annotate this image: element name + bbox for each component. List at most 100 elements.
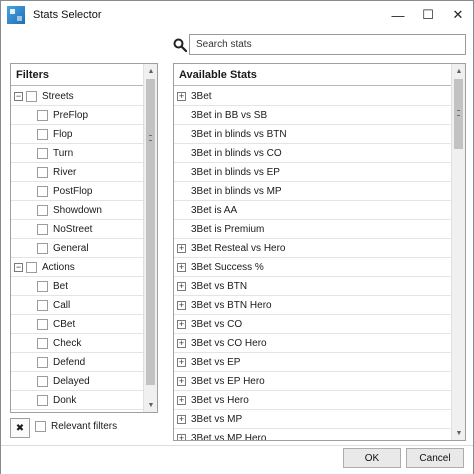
filter-checkbox[interactable]: [37, 280, 48, 292]
app-icon: [7, 6, 25, 24]
stat-list-item[interactable]: 3Bet in blinds vs EP: [174, 163, 452, 182]
filter-checkbox[interactable]: [37, 318, 48, 330]
clear-filters-button[interactable]: ✖: [10, 418, 30, 438]
stat-list-item[interactable]: +3Bet vs BTN Hero: [174, 296, 452, 315]
filter-checkbox[interactable]: [37, 394, 48, 406]
stat-list-item[interactable]: 3Bet in blinds vs CO: [174, 144, 452, 163]
expand-icon[interactable]: +: [177, 262, 186, 272]
filters-header: Filters: [11, 64, 157, 86]
stat-label: 3Bet vs MP Hero: [191, 432, 267, 441]
stat-list-item[interactable]: +3Bet vs Hero: [174, 391, 452, 410]
stat-list-item[interactable]: +3Bet vs MP: [174, 410, 452, 429]
expand-icon[interactable]: +: [177, 395, 186, 405]
filter-item[interactable]: General: [11, 239, 143, 258]
stat-list-item[interactable]: 3Bet in blinds vs BTN: [174, 125, 452, 144]
filter-item[interactable]: Flop: [11, 125, 143, 144]
expand-icon[interactable]: +: [177, 414, 186, 424]
filter-checkbox[interactable]: [26, 261, 37, 273]
filter-item[interactable]: CBet: [11, 315, 143, 334]
stat-list-item[interactable]: 3Bet is Premium: [174, 220, 452, 239]
relevant-filters-label: Relevant filters: [51, 421, 118, 432]
filter-item[interactable]: Delayed: [11, 372, 143, 391]
filter-item[interactable]: Turn: [11, 144, 143, 163]
expand-icon[interactable]: +: [177, 357, 186, 367]
filter-item[interactable]: Showdown: [11, 201, 143, 220]
expand-icon[interactable]: +: [177, 243, 186, 253]
filter-item[interactable]: Check: [11, 334, 143, 353]
scroll-up-icon[interactable]: ▲: [144, 64, 158, 78]
filter-item[interactable]: PostFlop: [11, 182, 143, 201]
filter-item[interactable]: River: [11, 163, 143, 182]
scroll-grip-icon: [457, 110, 460, 116]
expand-icon[interactable]: +: [177, 281, 186, 291]
scroll-down-icon[interactable]: ▼: [452, 426, 465, 440]
expand-icon[interactable]: +: [177, 91, 186, 101]
filters-scroll-thumb[interactable]: [146, 79, 155, 385]
stat-list-item[interactable]: 3Bet in blinds vs MP: [174, 182, 452, 201]
stat-list-item[interactable]: +3Bet vs CO: [174, 315, 452, 334]
filter-checkbox[interactable]: [37, 375, 48, 387]
filter-checkbox[interactable]: [37, 299, 48, 311]
stat-label: 3Bet vs CO Hero: [191, 337, 267, 349]
filter-item[interactable]: Defend: [11, 353, 143, 372]
filter-checkbox[interactable]: [37, 185, 48, 197]
relevant-filters-toggle[interactable]: Relevant filters: [35, 421, 117, 432]
stat-list-item[interactable]: +3Bet vs MP Hero: [174, 429, 452, 441]
stat-list-item[interactable]: +3Bet vs EP: [174, 353, 452, 372]
filter-item[interactable]: Bet: [11, 277, 143, 296]
relevant-filters-checkbox[interactable]: [35, 421, 46, 432]
expand-icon[interactable]: +: [177, 376, 186, 386]
window-controls: — ☐ ✕: [383, 1, 473, 29]
stat-label: 3Bet vs CO: [191, 318, 243, 330]
filter-checkbox[interactable]: [37, 242, 48, 254]
stat-list-item[interactable]: 3Bet in BB vs SB: [174, 106, 452, 125]
filter-checkbox[interactable]: [37, 166, 48, 178]
available-stats-list: +3Bet 3Bet in BB vs SB 3Bet in blinds vs B…: [174, 87, 452, 441]
stat-label: 3Bet vs BTN Hero: [191, 299, 272, 311]
expand-icon[interactable]: +: [177, 319, 186, 329]
filter-checkbox[interactable]: [26, 90, 37, 102]
filter-group-actions[interactable]: − Actions: [11, 258, 143, 277]
expand-icon[interactable]: +: [177, 433, 186, 440]
close-icon[interactable]: ✕: [443, 1, 473, 29]
minimize-icon[interactable]: —: [383, 1, 413, 29]
stat-list-item[interactable]: +3Bet vs BTN: [174, 277, 452, 296]
filter-item[interactable]: Call: [11, 296, 143, 315]
stat-list-item[interactable]: +3Bet: [174, 87, 452, 106]
stat-label: 3Bet in blinds vs EP: [191, 166, 280, 178]
filter-checkbox[interactable]: [37, 337, 48, 349]
filter-item[interactable]: PreFlop: [11, 106, 143, 125]
expand-icon[interactable]: +: [177, 300, 186, 310]
filter-checkbox[interactable]: [37, 223, 48, 235]
scroll-up-icon[interactable]: ▲: [452, 64, 465, 78]
maximize-icon[interactable]: ☐: [413, 1, 443, 29]
filter-checkbox[interactable]: [37, 204, 48, 216]
stat-list-item[interactable]: +3Bet vs CO Hero: [174, 334, 452, 353]
filter-item[interactable]: Donk: [11, 391, 143, 410]
stats-scroll-thumb[interactable]: [454, 79, 463, 149]
stat-list-item[interactable]: 3Bet is AA: [174, 201, 452, 220]
filter-checkbox[interactable]: [37, 356, 48, 368]
scroll-down-icon[interactable]: ▼: [144, 398, 158, 412]
filter-checkbox[interactable]: [37, 128, 48, 140]
filter-item[interactable]: NoStreet: [11, 220, 143, 239]
filter-item-label: Donk: [53, 394, 77, 406]
filter-item-label: PreFlop: [53, 109, 89, 121]
stat-list-item[interactable]: +3Bet Success %: [174, 258, 452, 277]
filter-checkbox[interactable]: [37, 147, 48, 159]
filter-checkbox[interactable]: [37, 109, 48, 121]
stat-label: 3Bet in blinds vs CO: [191, 147, 282, 159]
cancel-button[interactable]: Cancel: [406, 448, 464, 468]
collapse-icon[interactable]: −: [14, 91, 23, 101]
collapse-icon[interactable]: −: [14, 262, 23, 272]
title-bar[interactable]: Stats Selector — ☐ ✕: [1, 1, 473, 29]
stat-list-item[interactable]: +3Bet Resteal vs Hero: [174, 239, 452, 258]
expand-icon[interactable]: +: [177, 338, 186, 348]
stats-scrollbar[interactable]: ▲ ▼: [451, 64, 465, 440]
filter-group-streets[interactable]: − Streets: [11, 87, 143, 106]
search-input[interactable]: [189, 34, 466, 55]
stat-label: 3Bet vs Hero: [191, 394, 249, 406]
filters-scrollbar[interactable]: ▲ ▼: [143, 64, 157, 412]
ok-button[interactable]: OK: [343, 448, 401, 468]
stat-list-item[interactable]: +3Bet vs EP Hero: [174, 372, 452, 391]
